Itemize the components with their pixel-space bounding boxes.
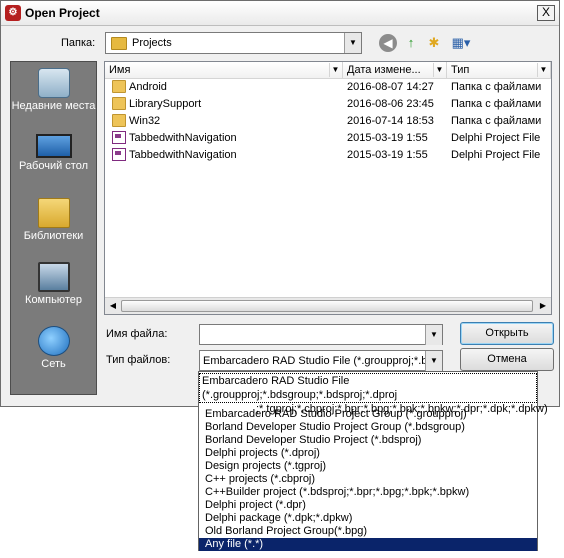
new-folder-icon[interactable]: ✱	[425, 34, 443, 52]
filetype-option[interactable]: Embarcadero RAD Studio File (*.groupproj…	[199, 373, 548, 415]
place-recent[interactable]: Недавние места	[11, 68, 96, 112]
filetype-option[interactable]: Delphi projects (*.dproj)	[199, 447, 537, 460]
open-project-dialog: ⚙ Open Project X Папка: Projects ▼ ◀ ↑ ✱…	[0, 0, 560, 407]
open-button[interactable]: Открыть	[460, 322, 554, 345]
close-button[interactable]: X	[537, 5, 555, 21]
filetype-option[interactable]: Delphi project (*.dpr)	[199, 499, 537, 512]
window-title: Open Project	[25, 6, 100, 20]
delphi-app-icon: ⚙	[5, 5, 21, 21]
filetype-option[interactable]: Old Borland Project Group(*.bpg)	[199, 525, 537, 538]
filetype-dropdown-list[interactable]: Embarcadero RAD Studio File (*.groupproj…	[198, 371, 548, 551]
item-name: LibrarySupport	[129, 98, 202, 110]
column-header-date[interactable]: Дата измене... ▼	[343, 62, 447, 79]
filetype-option[interactable]: Borland Developer Studio Project (*.bdsp…	[199, 434, 537, 447]
network-icon	[37, 326, 70, 356]
item-name: Win32	[129, 115, 161, 127]
place-label: Недавние места	[11, 100, 96, 112]
scroll-right-icon[interactable]: ▶	[536, 299, 550, 313]
list-item[interactable]: TabbedwithNavigation 2015-03-19 1:55 Del…	[105, 130, 551, 147]
cancel-button[interactable]: Отмена	[460, 348, 554, 371]
filetype-value: Embarcadero RAD Studio File (*.groupproj…	[203, 355, 425, 367]
item-name: TabbedwithNavigation	[129, 132, 237, 144]
item-name: Android	[129, 81, 167, 93]
filetype-option-selected[interactable]: Any file (*.*)	[199, 538, 537, 551]
computer-icon	[37, 262, 70, 292]
look-in-value: Projects	[132, 37, 172, 49]
filetype-option[interactable]: Design projects (*.tgproj)	[199, 460, 537, 473]
filetype-option[interactable]: Borland Developer Studio Project Group (…	[199, 421, 537, 434]
place-label: Рабочий стол	[18, 160, 89, 172]
libraries-icon	[37, 198, 70, 228]
file-list[interactable]: Имя ▼ Дата измене... ▼ Тип ▼ Android 201…	[104, 61, 552, 315]
list-item[interactable]: Win32 2016-07-14 18:53 Папка с файлами	[105, 113, 551, 130]
item-date: 2016-07-14 18:53	[347, 115, 434, 127]
view-menu-icon[interactable]: ▦▾	[450, 34, 472, 52]
look-in-combo[interactable]: Projects ▼	[105, 32, 362, 54]
item-date: 2015-03-19 1:55	[347, 132, 428, 144]
horizontal-scrollbar[interactable]: ◀ ▶	[105, 297, 551, 314]
desktop-icon	[35, 134, 72, 158]
header-label: Тип	[451, 64, 470, 76]
option-label: Embarcadero RAD Studio File (*.groupproj…	[202, 375, 398, 401]
item-type: Delphi Project File	[451, 132, 541, 144]
item-date: 2016-08-07 14:27	[347, 81, 434, 93]
chevron-down-icon[interactable]: ▼	[425, 325, 442, 345]
item-type: Папка с файлами	[451, 98, 542, 110]
column-header-type[interactable]: Тип ▼	[447, 62, 551, 79]
filename-label: Имя файла:	[106, 328, 168, 340]
folder-icon	[111, 37, 127, 50]
place-label: Сеть	[41, 358, 66, 370]
back-arrow-icon[interactable]: ◀	[379, 34, 397, 52]
filename-input[interactable]: ▼	[199, 324, 443, 345]
list-item[interactable]: LibrarySupport 2016-08-06 23:45 Папка с …	[105, 96, 551, 113]
scroll-left-icon[interactable]: ◀	[106, 299, 120, 313]
filetype-option[interactable]: Delphi package (*.dpk;*.dpkw)	[199, 512, 537, 525]
filetype-label: Тип файлов:	[106, 354, 171, 366]
place-computer[interactable]: Компьютер	[11, 262, 96, 306]
filetype-option[interactable]: C++ projects (*.cbproj)	[199, 473, 537, 486]
dpr-file-icon	[112, 131, 126, 144]
folder-icon	[112, 80, 126, 93]
item-type: Папка с файлами	[451, 81, 542, 93]
chevron-down-icon[interactable]: ▼	[537, 63, 549, 77]
up-folder-icon[interactable]: ↑	[402, 34, 420, 52]
item-type: Delphi Project File	[451, 149, 541, 161]
folder-icon	[112, 97, 126, 110]
place-network[interactable]: Сеть	[11, 326, 96, 370]
places-bar: Недавние места Рабочий стол Библиотеки К…	[10, 61, 97, 395]
place-desktop[interactable]: Рабочий стол	[11, 134, 96, 172]
chevron-down-icon[interactable]: ▼	[329, 63, 341, 77]
item-type: Папка с файлами	[451, 115, 542, 127]
folder-icon	[112, 114, 126, 127]
list-item[interactable]: TabbedwithNavigation 2015-03-19 1:55 Del…	[105, 147, 551, 164]
recent-places-icon	[37, 68, 70, 98]
chevron-down-icon[interactable]: ▼	[344, 33, 361, 53]
place-label: Компьютер	[25, 294, 82, 306]
column-header-name[interactable]: Имя ▼	[105, 62, 343, 79]
filetype-combo[interactable]: Embarcadero RAD Studio File (*.groupproj…	[199, 350, 443, 371]
dpr-file-icon	[112, 148, 126, 161]
chevron-down-icon[interactable]: ▼	[433, 63, 445, 77]
item-date: 2016-08-06 23:45	[347, 98, 434, 110]
look-in-label: Папка:	[61, 37, 96, 49]
chevron-down-icon[interactable]: ▼	[425, 351, 442, 371]
title-bar: ⚙ Open Project X	[1, 1, 559, 26]
item-date: 2015-03-19 1:55	[347, 149, 428, 161]
list-item[interactable]: Android 2016-08-07 14:27 Папка с файлами	[105, 79, 551, 96]
scrollbar-thumb[interactable]	[121, 300, 533, 312]
filetype-option[interactable]: Embarcadero RAD Studio Project Group (*.…	[199, 408, 537, 421]
header-label: Дата измене...	[347, 64, 421, 76]
header-label: Имя	[109, 64, 131, 76]
place-label: Библиотеки	[23, 230, 84, 242]
place-libraries[interactable]: Библиотеки	[11, 198, 96, 242]
filetype-option[interactable]: C++Builder project (*.bdsproj;*.bpr;*.bp…	[199, 486, 537, 499]
item-name: TabbedwithNavigation	[129, 149, 237, 161]
